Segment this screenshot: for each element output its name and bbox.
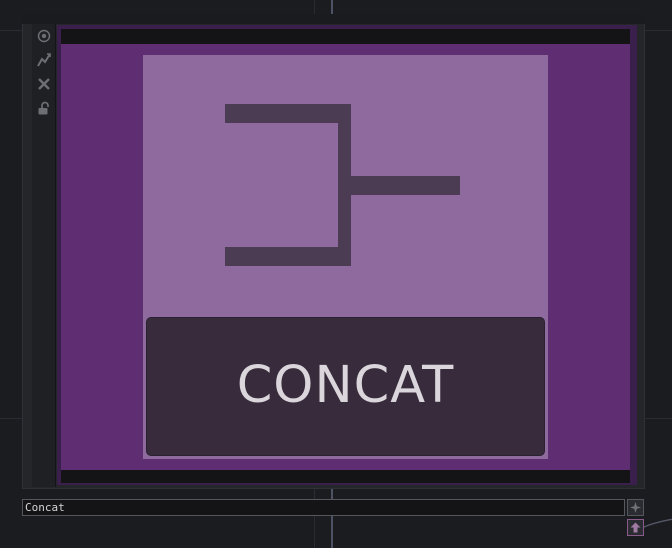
concat-glyph-icon	[225, 104, 460, 266]
node-name-field[interactable]: Concat	[22, 499, 625, 516]
cook-lightning-icon	[37, 53, 51, 67]
network-editor-canvas[interactable]: CONCAT Concat	[0, 0, 672, 548]
display-flag-button[interactable]	[627, 499, 644, 516]
operator-type-label: CONCAT	[236, 356, 455, 415]
cook-button[interactable]	[35, 51, 53, 69]
viewer-eye-icon	[37, 29, 51, 43]
node-title-bar[interactable]	[22, 14, 645, 24]
lock-button[interactable]	[35, 99, 53, 117]
operator-icon-tile: CONCAT	[143, 55, 548, 459]
render-flag-button[interactable]	[627, 519, 644, 536]
operator-label-box: CONCAT	[146, 317, 545, 456]
node-viewer[interactable]: CONCAT	[61, 29, 630, 483]
lock-icon	[38, 101, 49, 115]
node-side-toolbar	[32, 24, 56, 487]
bypass-x-icon	[38, 78, 50, 90]
viewer-bottom-bar	[61, 470, 630, 483]
render-flag-icon	[630, 522, 641, 533]
display-flag-icon	[630, 502, 641, 513]
viewer-top-bar	[61, 29, 630, 44]
viewer-toggle-button[interactable]	[35, 27, 53, 45]
bypass-button[interactable]	[35, 75, 53, 93]
output-wire	[641, 518, 672, 529]
